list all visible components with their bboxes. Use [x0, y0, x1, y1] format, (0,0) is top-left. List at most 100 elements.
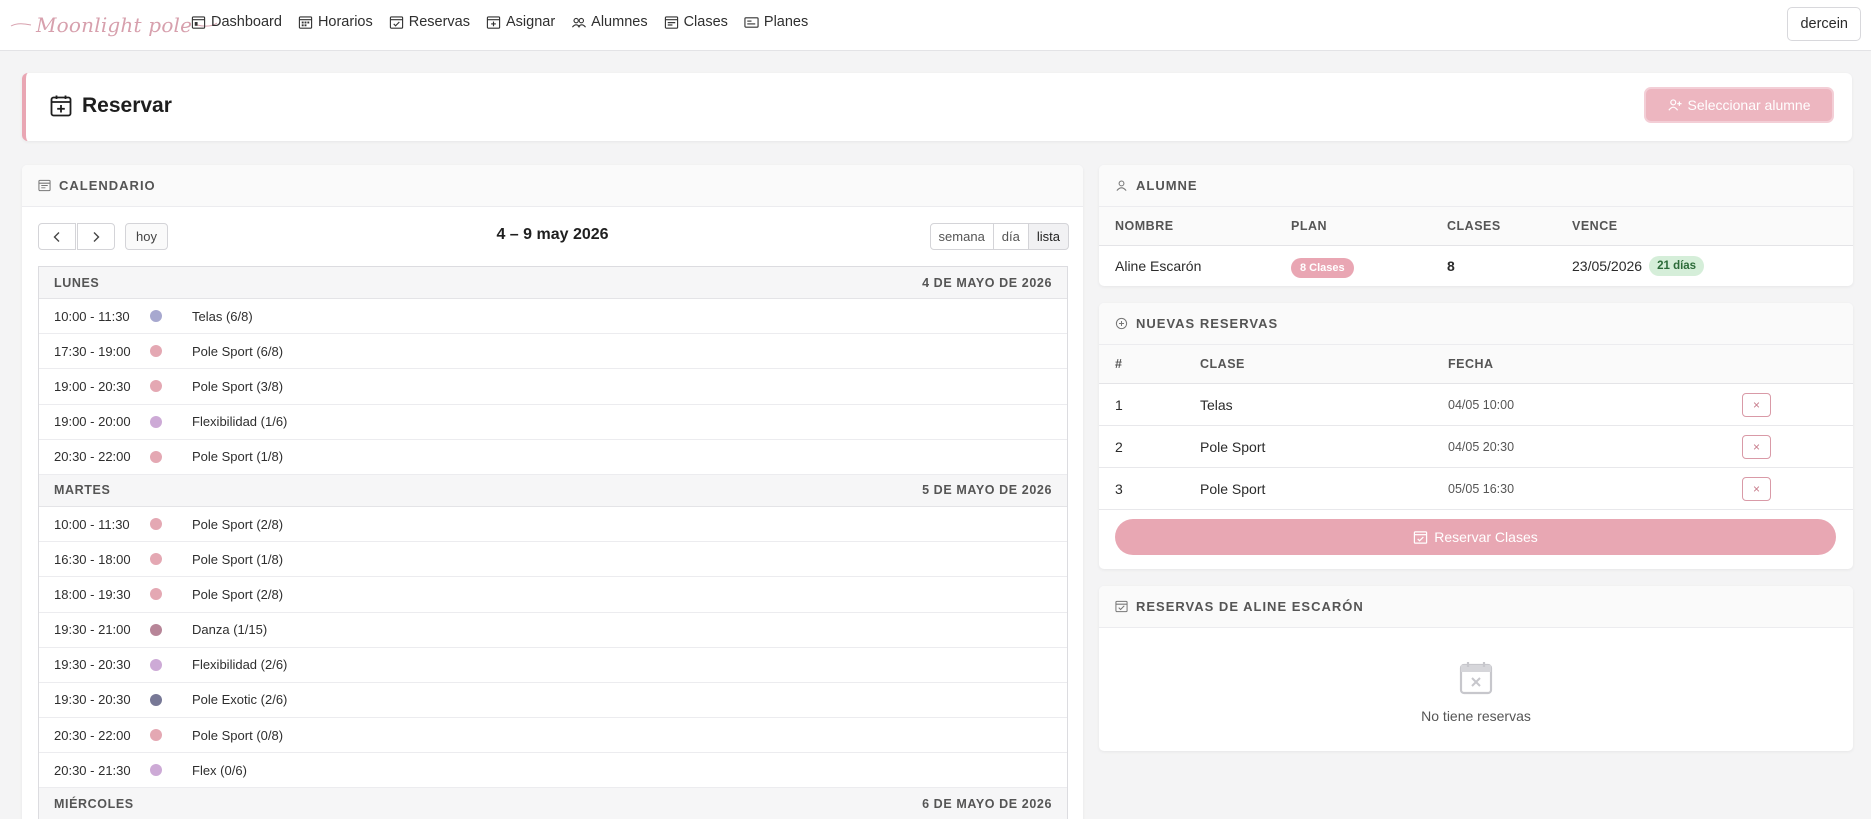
event-color-dot [150, 623, 162, 636]
event-time: 19:30 - 21:00 [54, 622, 131, 638]
nav-horarios[interactable]: Horarios [298, 14, 373, 30]
calendar-event[interactable]: 19:00 - 20:30 Pole Sport (3/8) [39, 369, 1067, 405]
day-date: 5 DE MAYO DE 2026 [922, 483, 1052, 498]
class-name: Pole Sport [1200, 480, 1266, 497]
event-color-dot [150, 310, 162, 323]
new-reservation-row: 3 Pole Sport 05/05 16:30 × [1099, 468, 1853, 510]
event-time: 20:30 - 21:30 [54, 762, 131, 778]
class-date: 04/05 10:00 [1448, 397, 1515, 412]
event-color-dot [150, 415, 162, 428]
event-time: 10:00 - 11:30 [54, 308, 130, 324]
new-reservation-row: 1 Telas 04/05 10:00 × [1099, 384, 1853, 426]
classes-icon [664, 15, 678, 29]
event-time: 18:00 - 19:30 [54, 586, 131, 602]
student-reservations-header: RESERVAS DE ALINE ESCARÓN [1099, 586, 1853, 628]
calendar-event[interactable]: 10:00 - 11:30 Pole Sport (2/8) [39, 507, 1067, 543]
nav-clases[interactable]: Clases [664, 14, 728, 30]
expiry-date: 23/05/2026 [1572, 258, 1643, 274]
event-color-dot [150, 450, 162, 463]
new-reservations-header: NUEVAS RESERVAS [1099, 303, 1853, 345]
student-name: Aline Escarón [1115, 258, 1202, 274]
remove-reservation-button[interactable]: × [1742, 392, 1771, 417]
remove-reservation-button[interactable]: × [1742, 434, 1771, 459]
calendar-event[interactable]: 19:00 - 20:00 Flexibilidad (1/6) [39, 405, 1067, 440]
logo-swash-left-icon [10, 23, 32, 27]
calendar-event[interactable]: 19:30 - 21:00 Danza (1/15) [39, 613, 1067, 648]
event-title: Danza (1/15) [192, 622, 268, 638]
event-title: Pole Sport (3/8) [192, 378, 284, 394]
new-reservations-table-header: # CLASE FECHA [1099, 345, 1853, 384]
calendar-event[interactable]: 10:00 - 11:30 Telas (6/8) [39, 299, 1067, 335]
calendar-toolbar: hoy 4 – 9 may 2026 semana día lista [22, 207, 1083, 265]
nav-alumnes[interactable]: Alumnes [571, 14, 648, 30]
user-icon [1116, 180, 1127, 191]
row-number: 2 [1115, 438, 1123, 455]
event-color-dot [150, 345, 162, 358]
event-title: Telas (6/8) [192, 308, 253, 324]
row-number: 1 [1115, 396, 1123, 413]
student-card: ALUMNE NOMBRE PLAN CLASES VENCE Aline Es… [1099, 165, 1853, 286]
calendar-plus-icon [50, 95, 72, 117]
event-time: 19:30 - 20:30 [54, 692, 131, 708]
calendar-event[interactable]: 19:30 - 20:30 Flexibilidad (2/6) [39, 648, 1067, 683]
new-reservations-title: NUEVAS RESERVAS [1136, 316, 1279, 331]
column-header: CLASE [1200, 357, 1245, 371]
calendar-event[interactable]: 20:30 - 22:00 Pole Sport (0/8) [39, 718, 1067, 754]
nav-reservas[interactable]: Reservas [389, 14, 470, 30]
view-day-button[interactable]: día [992, 223, 1029, 250]
event-title: Flexibilidad (2/6) [192, 657, 288, 673]
calendar-event[interactable]: 20:30 - 21:30 Flex (0/6) [39, 753, 1067, 789]
reserve-classes-label: Reservar Clases [1434, 529, 1538, 545]
page-header: Reservar Seleccionar alumne [22, 73, 1852, 141]
brand-logo[interactable]: Moonlight pole [10, 8, 218, 42]
reservations-icon [389, 15, 403, 29]
student-reservations-card: RESERVAS DE ALINE ESCARÓN No tiene reser… [1099, 586, 1853, 751]
day-date: 6 DE MAYO DE 2026 [922, 796, 1052, 811]
column-header: NOMBRE [1115, 219, 1174, 233]
nav-dashboard[interactable]: Dashboard [191, 14, 282, 30]
new-reservations-rows: 1 Telas 04/05 10:00 × 2 Pole Sport 04/05 20:30… [1099, 384, 1853, 510]
student-table-header: NOMBRE PLAN CLASES VENCE [1099, 207, 1853, 246]
calendar-event[interactable]: 18:00 - 19:30 Pole Sport (2/8) [39, 577, 1067, 613]
calendar-check-icon [1115, 600, 1128, 613]
assign-icon [486, 15, 501, 29]
nav-planes[interactable]: Planes [744, 14, 808, 30]
empty-state-text: No tiene reservas [1421, 708, 1531, 724]
calendar-card: CALENDARIO hoy 4 – 9 may 2026 semana día… [22, 165, 1083, 819]
calendar-event[interactable]: 17:30 - 19:00 Pole Sport (6/8) [39, 334, 1067, 370]
student-reservations-title: RESERVAS DE ALINE ESCARÓN [1136, 599, 1364, 614]
view-week-button[interactable]: semana [929, 223, 994, 250]
dashboard-icon [191, 15, 206, 29]
new-reservation-row: 2 Pole Sport 04/05 20:30 × [1099, 426, 1853, 468]
user-menu-button[interactable]: dercein [1787, 7, 1861, 41]
calendar-event[interactable]: 19:30 - 20:30 Pole Exotic (2/6) [39, 683, 1067, 719]
class-date: 05/05 16:30 [1448, 481, 1515, 496]
event-time: 16:30 - 18:00 [54, 551, 131, 567]
user-plus-icon [1667, 99, 1682, 111]
event-time: 20:30 - 22:00 [54, 727, 131, 743]
reserve-classes-button[interactable]: Reservar Clases [1115, 519, 1836, 555]
nav-label: Clases [683, 14, 728, 30]
nav-label: Asignar [505, 14, 556, 30]
logo-text: Moonlight pole [36, 13, 193, 37]
select-student-button[interactable]: Seleccionar alumne [1644, 87, 1834, 123]
column-header: FECHA [1448, 357, 1494, 371]
top-navbar: Moonlight pole Dashboard Horarios Reserv… [0, 0, 1871, 51]
event-color-dot [150, 588, 162, 601]
new-reservations-card: NUEVAS RESERVAS # CLASE FECHA 1 Telas 04/0… [1099, 303, 1853, 569]
classes-count: 8 [1447, 258, 1455, 274]
calendar-icon [38, 179, 51, 192]
page-title-text: Reservar [82, 94, 172, 117]
schedule-icon [298, 15, 313, 29]
event-title: Pole Sport (0/8) [192, 727, 284, 743]
remove-reservation-button[interactable]: × [1742, 476, 1771, 501]
calendar-event[interactable]: 16:30 - 18:00 Pole Sport (1/8) [39, 542, 1067, 578]
calendar-event[interactable]: 20:30 - 22:00 Pole Sport (1/8) [39, 440, 1067, 475]
nav-asignar[interactable]: Asignar [486, 14, 555, 30]
plan-badge: 8 Clases [1291, 258, 1354, 278]
days-left-badge: 21 días [1649, 256, 1705, 276]
view-list-button[interactable]: lista [1027, 223, 1069, 250]
day-name: MIÉRCOLES [54, 796, 134, 811]
day-name: MARTES [54, 483, 111, 498]
column-header: PLAN [1291, 219, 1328, 233]
